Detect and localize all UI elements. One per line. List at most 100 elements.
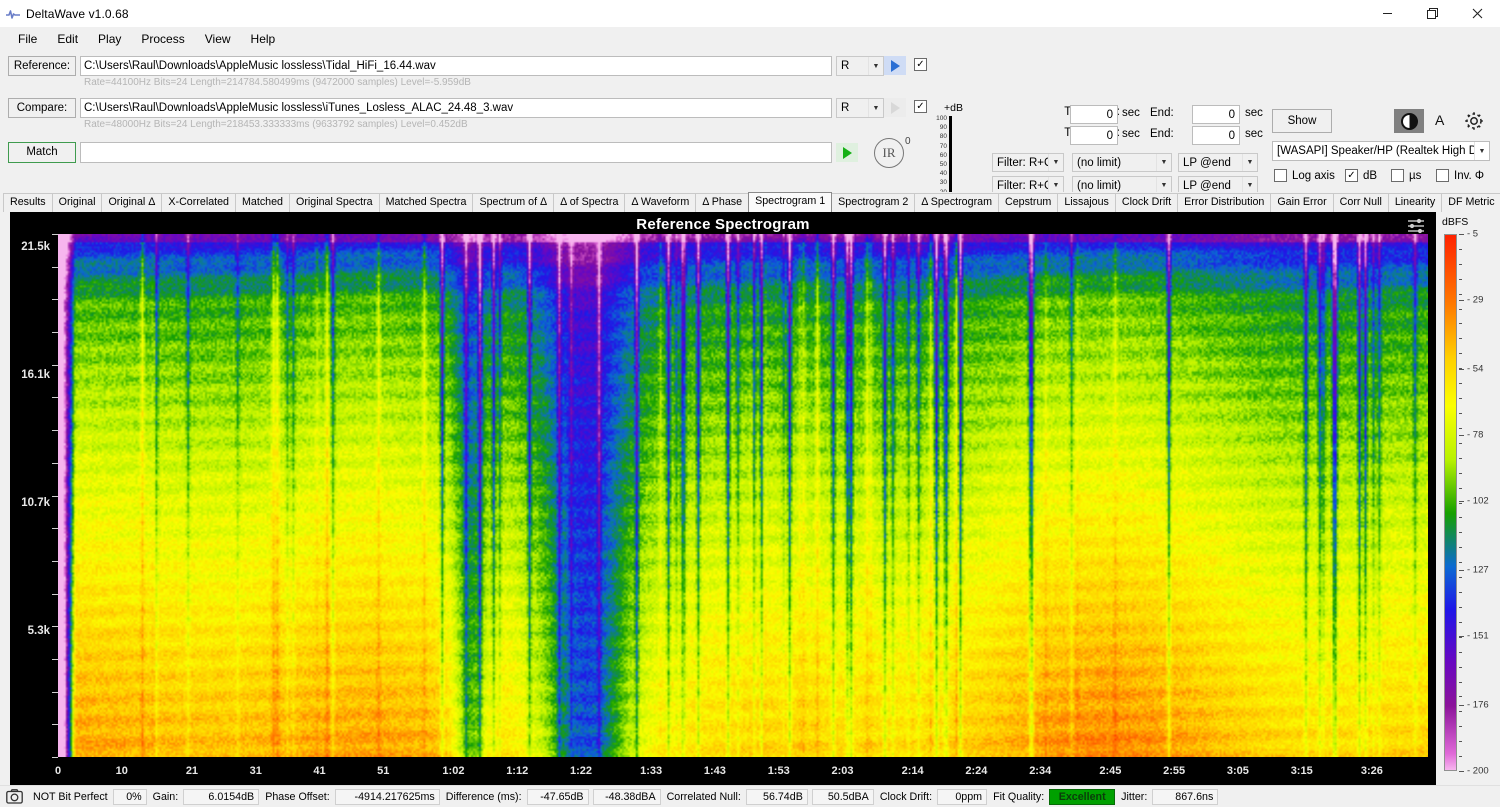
tab-matched[interactable]: Matched: [235, 193, 290, 212]
font-button[interactable]: A: [1435, 112, 1444, 128]
tab-x-correlated[interactable]: X-Correlated: [161, 193, 236, 212]
tab-spectrogram-2[interactable]: Spectrogram 2: [831, 193, 916, 212]
colorbar-minor-tick: [1459, 338, 1462, 340]
match-play-button[interactable]: [836, 143, 858, 162]
maximize-button[interactable]: [1410, 0, 1455, 28]
minimize-button[interactable]: [1365, 0, 1410, 28]
menu-play[interactable]: Play: [88, 30, 131, 48]
colorbar-label: - 29: [1467, 294, 1484, 306]
menu-file[interactable]: File: [8, 30, 47, 48]
colorbar-minor-tick: [1459, 756, 1462, 758]
filter-lp-select-1[interactable]: LP @end ▼: [1178, 153, 1258, 172]
show-button[interactable]: Show: [1272, 109, 1332, 133]
filter-select-1[interactable]: Filter: R+C ▼: [992, 153, 1064, 172]
x-axis-label: 51: [377, 765, 390, 777]
filter-limit-select-1[interactable]: (no limit) ▼: [1072, 153, 1172, 172]
tab-clock-drift[interactable]: Clock Drift: [1114, 193, 1179, 212]
spectrogram-plot[interactable]: Reference Spectrogram 21.5k 16.1k 10.7k 5.3…: [10, 212, 1436, 785]
us-label: µs: [1409, 169, 1422, 182]
y-axis-label: 10.7k: [21, 497, 50, 510]
checkbox-icon: [1274, 169, 1287, 182]
ir-circle: IR: [874, 138, 904, 168]
colorbar-minor-tick: [1459, 457, 1462, 459]
colorbar-gradient: [1444, 234, 1457, 771]
compare-channel-value: R: [841, 102, 850, 114]
log-axis-checkbox[interactable]: Log axis: [1274, 169, 1335, 182]
tab-lissajous[interactable]: Lissajous: [1057, 193, 1116, 212]
tab-delta-of-spectra[interactable]: Δ of Spectra: [553, 193, 626, 212]
chevron-down-icon: ▼: [868, 57, 883, 75]
tab-spectrum-of-delta[interactable]: Spectrum of Δ: [472, 193, 555, 212]
sliders-icon: [1408, 218, 1424, 234]
x-axis-label: 1:02: [442, 765, 465, 777]
colorbar-minor-tick: [1459, 368, 1462, 370]
y-axis-tick: [52, 332, 58, 334]
colorbar-minor-tick: [1459, 412, 1462, 414]
jitter-value: 867.6ns: [1152, 788, 1219, 805]
colorbar-minor-tick: [1459, 234, 1462, 235]
tab-original[interactable]: Original: [51, 193, 103, 212]
trim-end-input-1[interactable]: 0: [1192, 105, 1240, 124]
tab-cepstrum[interactable]: Cepstrum: [997, 193, 1059, 212]
x-axis-label: 41: [313, 765, 326, 777]
compare-play-button[interactable]: [884, 98, 906, 117]
compare-button[interactable]: Compare:: [8, 98, 76, 118]
tab-corr-null[interactable]: Corr Null: [1332, 193, 1389, 212]
colorbar-tick: [1459, 435, 1464, 437]
colorbar-minor-tick: [1459, 666, 1462, 668]
audio-device-select[interactable]: [WASAPI] Speaker/HP (Realtek High Defini…: [1272, 141, 1490, 161]
tab-error-distribution[interactable]: Error Distribution: [1177, 193, 1272, 212]
menu-process[interactable]: Process: [131, 30, 194, 48]
x-axis-label: 2:24: [965, 765, 988, 777]
db-checkbox[interactable]: ✓ dB: [1345, 169, 1377, 182]
close-button[interactable]: [1455, 0, 1500, 28]
tab-linearity[interactable]: Linearity: [1387, 193, 1443, 212]
status-bar: NOT Bit Perfect 0% Gain: 6.0154dB Phase …: [0, 785, 1500, 807]
tab-delta-waveform[interactable]: Δ Waveform: [624, 193, 697, 212]
filter-value-2: Filter: R+C: [997, 179, 1048, 192]
menu-edit[interactable]: Edit: [47, 30, 88, 48]
y-axis: 21.5k 16.1k 10.7k 5.3k: [10, 234, 58, 758]
ir-button[interactable]: IR 0: [874, 136, 911, 168]
trim-end-input-2[interactable]: 0: [1192, 126, 1240, 145]
settings-gear-button[interactable]: [1462, 109, 1486, 138]
reference-path-input[interactable]: C:\Users\Raul\Downloads\AppleMusic lossl…: [80, 56, 832, 76]
gain-value: 6.0154dB: [183, 788, 260, 805]
tab-bar: Results Original Original Δ X-Correlated…: [0, 192, 1500, 212]
tab-df-metric[interactable]: DF Metric: [1441, 193, 1500, 212]
tab-gain-error[interactable]: Gain Error: [1270, 193, 1334, 212]
reference-play-button[interactable]: [884, 56, 906, 75]
spectrogram-image[interactable]: [58, 234, 1428, 757]
tab-original-delta[interactable]: Original Δ: [101, 193, 163, 212]
compare-channel-select[interactable]: R ▼: [836, 98, 884, 118]
plot-settings-button[interactable]: [1406, 217, 1426, 240]
us-checkbox[interactable]: µs: [1391, 169, 1421, 182]
match-path-input[interactable]: [80, 142, 832, 163]
tab-results[interactable]: Results: [3, 193, 53, 212]
spectrogram-canvas-container[interactable]: [58, 234, 1428, 757]
chevron-down-icon: ▼: [868, 99, 883, 117]
tab-delta-spectrogram[interactable]: Δ Spectrogram: [914, 193, 999, 212]
clock-drift-value: 0ppm: [937, 788, 988, 805]
colorbar-holder: - 5 - 29 - 54 - 78 - 102 - 127 - 151 - 176 - 200: [1440, 229, 1498, 785]
y-axis-tick: [52, 266, 58, 268]
reference-button[interactable]: Reference:: [8, 56, 76, 76]
trim-front-input-1[interactable]: 0: [1070, 105, 1118, 124]
trim-front-input-2[interactable]: 0: [1070, 126, 1118, 145]
compare-path-input[interactable]: C:\Users\Raul\Downloads\AppleMusic lossl…: [80, 98, 832, 118]
contrast-toggle-button[interactable]: [1394, 109, 1424, 133]
tab-original-spectra[interactable]: Original Spectra: [289, 193, 380, 212]
reference-enable-checkbox[interactable]: ✓: [914, 58, 932, 71]
menu-view[interactable]: View: [195, 30, 241, 48]
tab-matched-spectra[interactable]: Matched Spectra: [378, 193, 474, 212]
tab-delta-phase[interactable]: Δ Phase: [695, 193, 750, 212]
tab-spectrogram-1[interactable]: Spectrogram 1: [748, 192, 833, 212]
y-axis-tick: [52, 691, 58, 693]
reference-channel-select[interactable]: R ▼: [836, 56, 884, 76]
menu-help[interactable]: Help: [241, 30, 286, 48]
colorbar-minor-tick: [1459, 532, 1462, 534]
screenshot-button[interactable]: [6, 789, 23, 804]
match-button[interactable]: Match: [8, 142, 76, 163]
inv-phase-checkbox[interactable]: Inv. Φ: [1436, 169, 1484, 182]
gain-label: Gain:: [152, 790, 179, 803]
